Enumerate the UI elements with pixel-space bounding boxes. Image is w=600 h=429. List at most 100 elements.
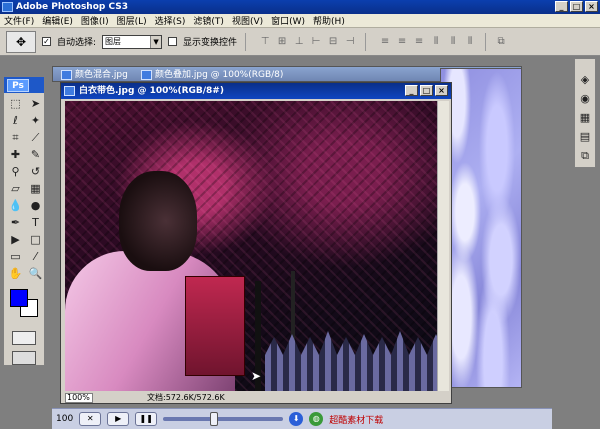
play-button[interactable]: ▶ — [107, 412, 130, 426]
history-brush-icon[interactable]: ↺ — [26, 164, 45, 180]
video-player-bar: 100 ✕ ▶ ❚❚ ⬇ ◍ 超酷素材下载 — [52, 408, 552, 429]
align-vcenter-icon[interactable]: ⊞ — [275, 35, 289, 49]
type-tool-icon[interactable]: T — [26, 215, 45, 231]
magic-wand-icon[interactable]: ✦ — [26, 113, 45, 129]
person-head — [119, 171, 197, 271]
tool-preset-picker[interactable]: ✥ — [6, 30, 36, 53]
photoshop-doc-icon — [61, 70, 72, 80]
notes-tool-icon[interactable]: ▭ — [6, 249, 25, 265]
align-right-icon[interactable]: ⊣ — [343, 35, 357, 49]
auto-select-value: 图层 — [105, 36, 122, 46]
navigator-panel-icon[interactable]: ◉ — [580, 92, 590, 105]
marquee-tool-icon[interactable]: ⬚ — [6, 96, 25, 112]
doc-tab-color-blend[interactable]: 颜色混合.jpg — [59, 69, 128, 81]
menu-image[interactable]: 图像(I) — [81, 14, 109, 27]
menu-window[interactable]: 窗口(W) — [271, 14, 305, 27]
eraser-tool-icon[interactable]: ▱ — [6, 181, 25, 197]
distribute-left-icon[interactable]: ⦀ — [429, 35, 443, 49]
distribute-top-icon[interactable]: ≡ — [378, 35, 392, 49]
download-icon[interactable]: ⬇ — [289, 412, 304, 426]
doc-tab-color-overlay[interactable]: 颜色叠加.jpg @ 100%(RGB/8) — [139, 69, 283, 81]
distribute-buttons: ≡ ≡ ≡ ⦀ ⦀ ⦀ — [378, 35, 477, 49]
zoom-level-field[interactable]: 100% — [65, 392, 93, 403]
align-bottom-icon[interactable]: ⊥ — [292, 35, 306, 49]
menu-help[interactable]: 帮助(H) — [313, 14, 345, 27]
move-tool-icon[interactable]: ➤ — [26, 96, 45, 112]
menu-select[interactable]: 选择(S) — [155, 14, 186, 27]
doc-close-button[interactable]: × — [435, 85, 448, 96]
auto-select-checkbox[interactable]: ✓ — [42, 37, 51, 46]
doc-tab-label: 颜色叠加.jpg @ 100%(RGB/8) — [155, 70, 284, 80]
menu-filter[interactable]: 滤镜(T) — [193, 14, 224, 27]
channels-panel-icon[interactable]: ⧉ — [581, 149, 589, 163]
app-title: Adobe Photoshop CS3 — [16, 2, 128, 12]
gradient-tool-icon[interactable]: ▦ — [26, 181, 45, 197]
pause-button[interactable]: ❚❚ — [135, 412, 158, 426]
texture-image — [441, 69, 521, 387]
document-status-bar: 100% 文档:572.6K/572.6K — [65, 392, 437, 403]
progress-slider[interactable] — [163, 412, 284, 426]
separator — [365, 32, 367, 51]
texture-document[interactable] — [440, 68, 522, 388]
minimize-button[interactable]: _ — [555, 1, 568, 12]
photoshop-doc-icon — [64, 86, 75, 96]
eyedropper-icon[interactable]: ⁄ — [26, 249, 45, 265]
document-title-bar[interactable]: 白衣带色.jpg @ 100%(RGB/8#) _ □ × — [61, 83, 451, 99]
document-canvas[interactable]: ➤ — [65, 101, 437, 391]
vertical-scrollbar[interactable] — [437, 101, 449, 391]
dodge-tool-icon[interactable]: ● — [26, 198, 45, 214]
auto-select-dropdown[interactable]: 图层 ▼ — [102, 34, 163, 49]
menu-edit[interactable]: 编辑(E) — [42, 14, 73, 27]
foreground-color-swatch[interactable] — [10, 289, 28, 307]
document-size[interactable]: 文档:572.6K/572.6K — [147, 392, 225, 403]
align-hcenter-icon[interactable]: ⊟ — [326, 35, 340, 49]
show-transform-checkbox[interactable] — [168, 37, 178, 46]
pen-tool-icon[interactable]: ✒ — [6, 215, 25, 231]
layers-panel-icon[interactable]: ◈ — [581, 73, 589, 86]
toolbox: Ps ⬚ ➤ ℓ ✦ ⌗ ⟋ ✚ ✎ ⚲ ↺ ▱ ▦ 💧 ● ✒ T ▶ □ ▭… — [3, 76, 45, 366]
path-selection-icon[interactable]: ▶ — [6, 232, 25, 248]
panel-dock: ◈ ◉ ▦ ▤ ⧉ — [574, 58, 596, 168]
hand-tool-icon[interactable]: ✋ — [6, 266, 25, 282]
distribute-right-icon[interactable]: ⦀ — [463, 35, 477, 49]
doc-maximize-button[interactable]: □ — [420, 85, 433, 96]
screen-mode-button[interactable] — [12, 351, 36, 365]
zoom-tool-icon[interactable]: 🔍 — [26, 266, 45, 282]
download-link[interactable]: 超酷素材下载 — [329, 413, 383, 426]
shape-tool-icon[interactable]: □ — [26, 232, 45, 248]
align-top-icon[interactable]: ⊤ — [258, 35, 272, 49]
swatches-panel-icon[interactable]: ▦ — [580, 111, 590, 124]
separator — [485, 32, 487, 51]
ps-logo: Ps — [7, 78, 29, 92]
crop-tool-icon[interactable]: ⌗ — [6, 130, 25, 146]
app-title-bar: Adobe Photoshop CS3 _ □ × — [0, 0, 600, 14]
clone-stamp-icon[interactable]: ⚲ — [6, 164, 25, 180]
maximize-button[interactable]: □ — [570, 1, 583, 12]
globe-icon[interactable]: ◍ — [309, 412, 324, 426]
quick-mask-button[interactable] — [12, 331, 36, 345]
close-button[interactable]: × — [585, 1, 598, 12]
menu-file[interactable]: 文件(F) — [4, 14, 34, 27]
color-swatches — [4, 285, 44, 325]
menu-layer[interactable]: 图层(L) — [117, 14, 147, 27]
progress-slider-thumb[interactable] — [210, 412, 219, 426]
slice-tool-icon[interactable]: ⟋ — [26, 130, 45, 146]
photoshop-logo-icon — [2, 2, 13, 12]
player-time: 100 — [56, 414, 74, 424]
auto-align-icon[interactable]: ⧉ — [494, 35, 508, 49]
distribute-hcenter-icon[interactable]: ⦀ — [446, 35, 460, 49]
blur-tool-icon[interactable]: 💧 — [6, 198, 25, 214]
photoshop-doc-icon — [141, 70, 152, 80]
menu-view[interactable]: 视图(V) — [232, 14, 263, 27]
healing-brush-icon[interactable]: ✚ — [6, 147, 25, 163]
document-window-controls: _ □ × — [405, 85, 448, 96]
doc-minimize-button[interactable]: _ — [405, 85, 418, 96]
lasso-tool-icon[interactable]: ℓ — [6, 113, 25, 129]
align-left-icon[interactable]: ⊢ — [309, 35, 323, 49]
history-panel-icon[interactable]: ▤ — [580, 130, 590, 143]
brush-tool-icon[interactable]: ✎ — [26, 147, 45, 163]
distribute-vcenter-icon[interactable]: ≡ — [395, 35, 409, 49]
auto-select-label: 自动选择: — [57, 38, 97, 48]
distribute-bottom-icon[interactable]: ≡ — [412, 35, 426, 49]
stop-button[interactable]: ✕ — [79, 412, 102, 426]
